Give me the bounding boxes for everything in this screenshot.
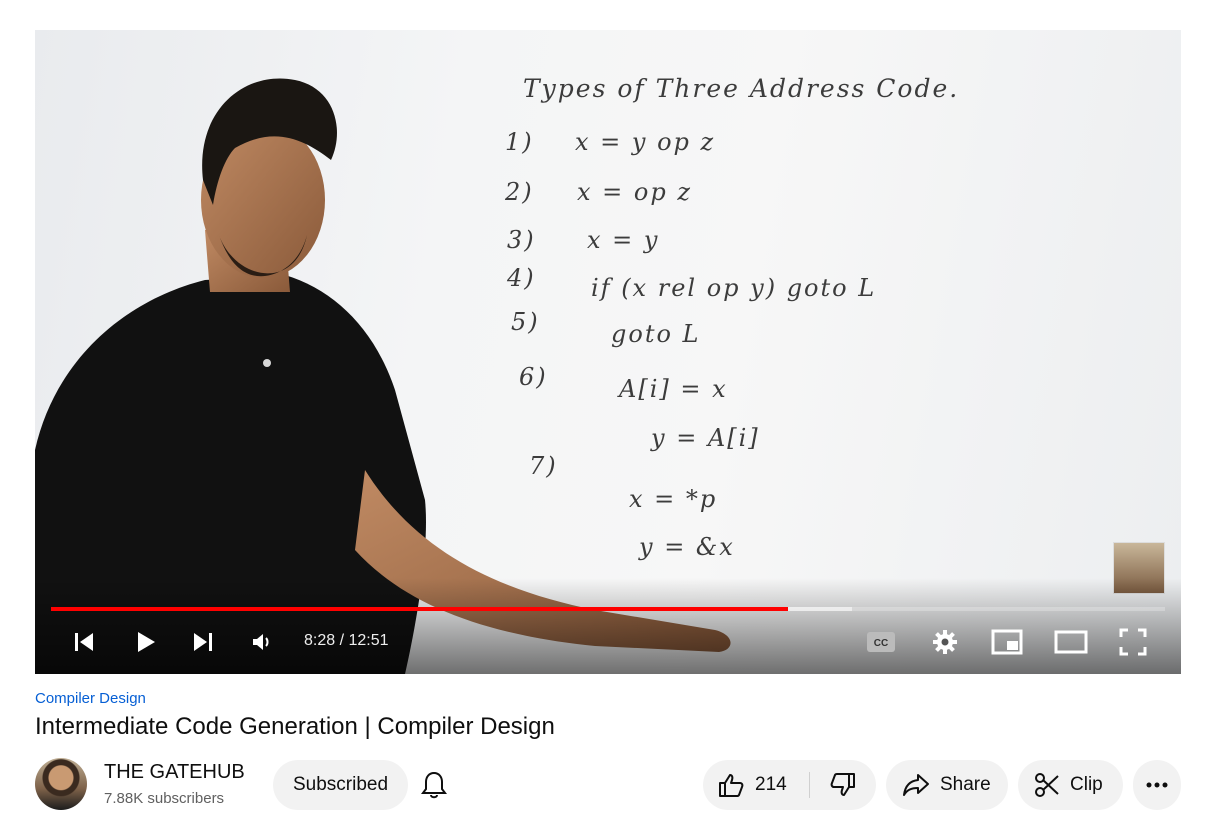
dislike-button[interactable] xyxy=(810,760,876,810)
like-count: 214 xyxy=(755,774,787,795)
miniplayer-button[interactable] xyxy=(990,626,1024,658)
channel-avatar[interactable] xyxy=(35,758,87,810)
notifications-button[interactable] xyxy=(416,766,452,804)
more-icon xyxy=(1146,782,1168,788)
clip-button[interactable]: Clip xyxy=(1018,760,1123,810)
theater-icon xyxy=(1054,630,1088,654)
time-display: 8:28 / 12:51 xyxy=(304,632,389,649)
share-button[interactable]: Share xyxy=(886,760,1008,810)
volume-button[interactable] xyxy=(247,626,277,658)
playlist-link[interactable]: Compiler Design xyxy=(35,690,146,707)
fullscreen-icon xyxy=(1119,628,1147,656)
next-button[interactable] xyxy=(188,626,218,658)
previous-icon xyxy=(75,633,93,651)
subscribed-label: Subscribed xyxy=(292,774,389,795)
captions-button[interactable]: CC xyxy=(865,626,897,658)
previous-button[interactable] xyxy=(69,626,99,658)
channel-name[interactable]: THE GATEHUB xyxy=(104,761,245,784)
theater-button[interactable] xyxy=(1053,626,1089,658)
thumbs-up-icon xyxy=(719,774,744,797)
progress-bar[interactable] xyxy=(51,607,1165,611)
progress-played xyxy=(51,607,789,611)
fullscreen-button[interactable] xyxy=(1117,626,1149,658)
thumbs-down-icon xyxy=(830,773,855,796)
svg-text:CC: CC xyxy=(874,638,888,649)
miniplayer-icon xyxy=(991,629,1023,655)
captions-icon: CC xyxy=(867,632,895,652)
bell-icon xyxy=(421,771,447,799)
share-icon xyxy=(903,774,929,796)
video-player[interactable]: Types of Three Address Code. 1) x = y op… xyxy=(35,30,1181,674)
volume-icon xyxy=(253,634,269,650)
share-label: Share xyxy=(940,774,991,795)
video-title: Intermediate Code Generation | Compiler … xyxy=(35,713,555,740)
next-icon xyxy=(194,633,212,651)
play-button[interactable] xyxy=(131,626,161,658)
like-button[interactable]: 214 xyxy=(703,760,809,810)
settings-icon xyxy=(933,630,957,654)
settings-button[interactable] xyxy=(929,626,961,658)
subscriber-count: 7.88K subscribers xyxy=(104,790,225,807)
subscribed-button[interactable]: Subscribed xyxy=(273,760,408,810)
clip-label: Clip xyxy=(1070,774,1103,795)
more-actions-button[interactable] xyxy=(1133,760,1181,810)
play-icon xyxy=(138,632,155,652)
like-dislike-group: 214 xyxy=(703,760,876,810)
scissors-icon xyxy=(1035,773,1059,797)
